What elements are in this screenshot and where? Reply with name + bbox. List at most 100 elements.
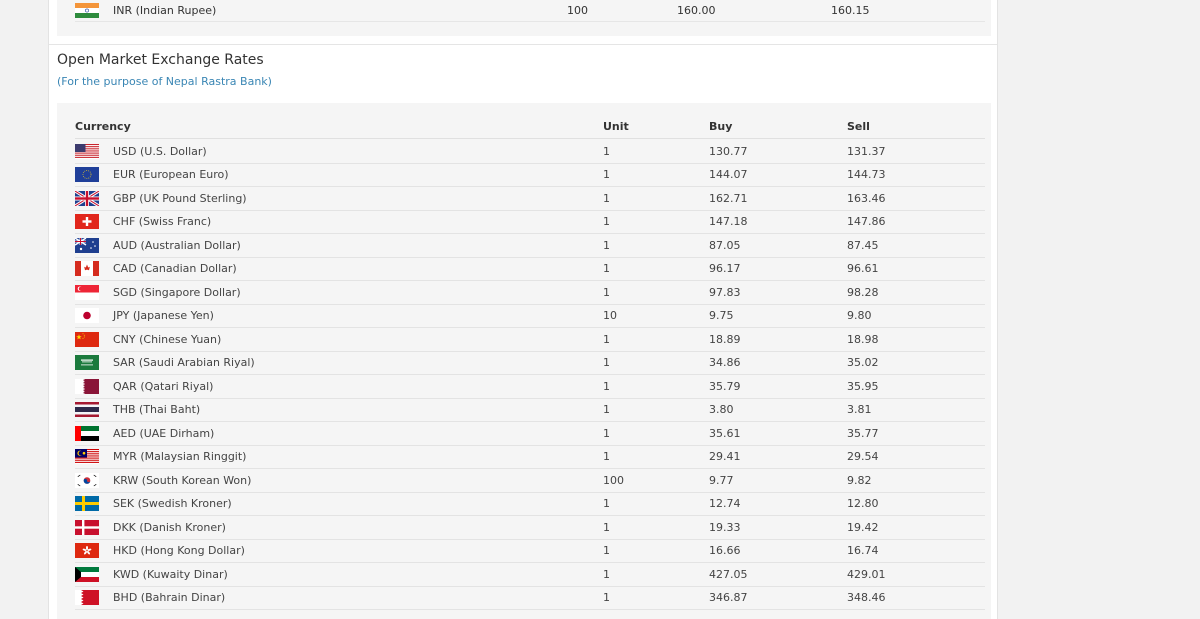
flag-sg-icon	[75, 281, 99, 304]
currency-unit: 1	[603, 403, 610, 417]
currency-name: GBP (UK Pound Sterling)	[113, 191, 247, 205]
currency-unit: 1	[603, 238, 610, 252]
currency-name: CHF (Swiss Franc)	[113, 215, 212, 229]
currency-unit: 1	[603, 144, 610, 158]
table-row: KWD (Kuwaity Dinar) 1 427.05 429.01	[75, 563, 985, 587]
buy-rate: 9.75	[709, 309, 734, 323]
currency-name: AED (UAE Dirham)	[113, 426, 215, 440]
currency-name: AUD (Australian Dollar)	[113, 238, 241, 252]
currency-name: SGD (Singapore Dollar)	[113, 285, 241, 299]
flag-ae-icon	[75, 422, 99, 445]
buy-rate: 12.74	[709, 497, 741, 511]
flag-us-icon	[75, 140, 99, 163]
open-market-rates-table: Currency Unit Buy Sell USD (U.S. Dollar)…	[57, 103, 991, 619]
currency-name: SAR (Saudi Arabian Riyal)	[113, 356, 255, 370]
buy-rate: 9.77	[709, 473, 734, 487]
flag-se-icon	[75, 493, 99, 516]
sell-rate: 131.37	[847, 144, 886, 158]
flag-ch-icon	[75, 211, 99, 234]
sell-rate: 160.15	[831, 4, 870, 17]
sell-rate: 19.42	[847, 520, 879, 534]
currency-unit: 100	[603, 473, 624, 487]
currency-name: CAD (Canadian Dollar)	[113, 262, 237, 276]
currency-unit: 100	[567, 4, 588, 17]
flag-ca-icon	[75, 258, 99, 281]
currency-unit: 1	[603, 191, 610, 205]
flag-qa-icon	[75, 375, 99, 398]
table-row: CHF (Swiss Franc) 1 147.18 147.86	[75, 211, 985, 234]
buy-rate: 16.66	[709, 544, 741, 558]
sell-rate: 144.73	[847, 168, 886, 182]
flag-hk-icon	[75, 540, 99, 563]
currency-unit: 1	[603, 520, 610, 534]
sell-rate: 35.02	[847, 356, 879, 370]
flag-jp-icon	[75, 305, 99, 328]
flag-kr-icon	[75, 469, 99, 492]
sell-rate: 18.98	[847, 332, 879, 346]
table-row: HKD (Hong Kong Dollar) 1 16.66 16.74	[75, 540, 985, 563]
table-row: CNY (Chinese Yuan) 1 18.89 18.98	[75, 328, 985, 352]
table-row: BHD (Bahrain Dinar) 1 346.87 348.46	[75, 587, 985, 610]
currency-name: THB (Thai Baht)	[113, 403, 201, 417]
section-divider	[49, 44, 997, 45]
sell-rate: 147.86	[847, 215, 886, 229]
table-row: MYR (Malaysian Ringgit) 1 29.41 29.54	[75, 446, 985, 469]
sell-rate: 29.54	[847, 450, 879, 464]
flag-sa-icon	[75, 352, 99, 375]
buy-rate: 427.05	[709, 567, 748, 581]
currency-unit: 10	[603, 309, 617, 323]
buy-rate: 162.71	[709, 191, 748, 205]
flag-au-icon	[75, 234, 99, 257]
table-row: JPY (Japanese Yen) 10 9.75 9.80	[75, 305, 985, 328]
currency-name: MYR (Malaysian Ringgit)	[113, 450, 247, 464]
buy-rate: 19.33	[709, 520, 741, 534]
flag-my-icon	[75, 446, 99, 469]
sell-rate: 9.80	[847, 309, 872, 323]
currency-name: INR (Indian Rupee)	[113, 4, 217, 17]
sell-rate: 3.81	[847, 403, 872, 417]
flag-eu-icon	[75, 164, 99, 187]
sell-rate: 96.61	[847, 262, 879, 276]
flag-th-icon	[75, 399, 99, 422]
currency-unit: 1	[603, 567, 610, 581]
currency-name: DKK (Danish Kroner)	[113, 520, 226, 534]
buy-rate: 346.87	[709, 591, 748, 605]
sell-rate: 9.82	[847, 473, 872, 487]
table-row: SGD (Singapore Dollar) 1 97.83 98.28	[75, 281, 985, 305]
table-row: EUR (European Euro) 1 144.07 144.73	[75, 164, 985, 187]
table-row: GBP (UK Pound Sterling) 1 162.71 163.46	[75, 187, 985, 211]
currency-name: JPY (Japanese Yen)	[113, 309, 214, 323]
currency-name: CNY (Chinese Yuan)	[113, 332, 222, 346]
buy-rate: 35.79	[709, 379, 741, 393]
sell-rate: 35.77	[847, 426, 879, 440]
header-sell: Sell	[847, 120, 870, 133]
flag-bh-icon	[75, 587, 99, 610]
flag-cn-icon	[75, 328, 99, 351]
buy-rate: 3.80	[709, 403, 734, 417]
currency-name: BHD (Bahrain Dinar)	[113, 591, 226, 605]
sell-rate: 348.46	[847, 591, 886, 605]
sell-rate: 163.46	[847, 191, 886, 205]
currency-name: KRW (South Korean Won)	[113, 473, 252, 487]
table-row: DKK (Danish Kroner) 1 19.33 19.42	[75, 516, 985, 540]
sell-rate: 429.01	[847, 567, 886, 581]
buy-rate: 87.05	[709, 238, 741, 252]
buy-rate: 96.17	[709, 262, 741, 276]
header-buy: Buy	[709, 120, 733, 133]
buy-rate: 29.41	[709, 450, 741, 464]
currency-unit: 1	[603, 544, 610, 558]
table-row: USD (U.S. Dollar) 1 130.77 131.37	[75, 140, 985, 164]
currency-unit: 1	[603, 168, 610, 182]
buy-rate: 34.86	[709, 356, 741, 370]
currency-unit: 1	[603, 262, 610, 276]
header-currency: Currency	[75, 120, 131, 133]
previous-table-tail: INR (Indian Rupee) 100 160.00 160.15	[57, 0, 991, 36]
buy-rate: 144.07	[709, 168, 748, 182]
flag-kw-icon	[75, 563, 99, 586]
currency-unit: 1	[603, 591, 610, 605]
currency-name: EUR (European Euro)	[113, 168, 229, 182]
sell-rate: 35.95	[847, 379, 879, 393]
currency-name: KWD (Kuwaity Dinar)	[113, 567, 228, 581]
currency-unit: 1	[603, 426, 610, 440]
flag-dk-icon	[75, 516, 99, 539]
